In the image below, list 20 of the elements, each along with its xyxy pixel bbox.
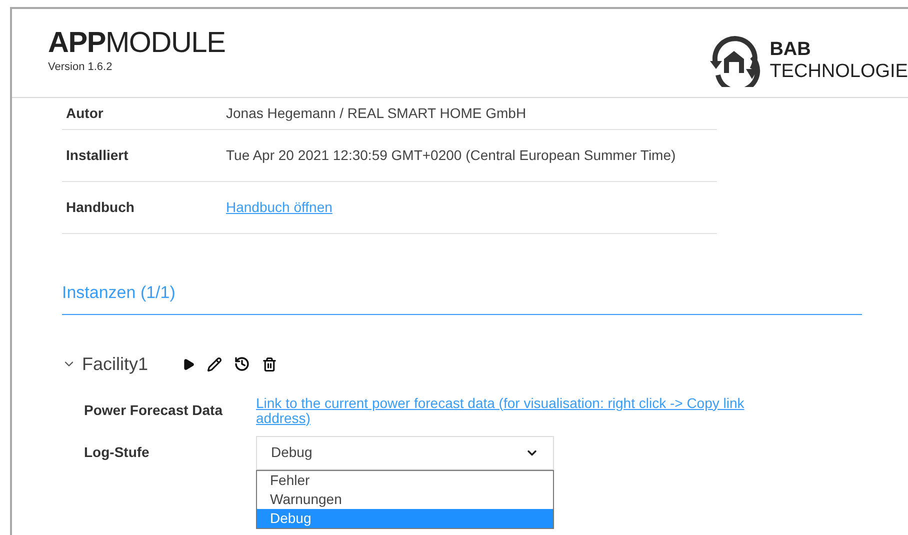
field-label: Power Forecast Data (83, 401, 224, 420)
log-level-select[interactable]: Debug (256, 436, 554, 470)
dropdown-option[interactable]: Fehler (257, 470, 553, 490)
logo-name: BAB (770, 39, 812, 61)
pencil-icon[interactable] (207, 356, 222, 372)
info-label: Installiert (65, 146, 130, 165)
instances-heading: Instanzen (1/1) (62, 280, 862, 314)
field-label: Log-Stufe (83, 443, 150, 462)
trash-icon[interactable] (262, 356, 277, 372)
instance-name: Facility1 (82, 352, 150, 376)
version-text: Version 1.6.2 (48, 60, 114, 75)
info-label: Handbuch (65, 198, 136, 217)
logo-subtitle: TECHNOLOGIE (770, 61, 908, 83)
info-value: Jonas Hegemann / REAL SMART HOME GmbH (226, 104, 526, 123)
history-icon[interactable] (234, 356, 250, 372)
info-label: Autor (65, 104, 104, 123)
info-value: Tue Apr 20 2021 12:30:59 GMT+0200 (Central European Summer Time) (226, 146, 676, 165)
play-icon[interactable] (182, 358, 195, 370)
app-title: APPMODULE (48, 27, 226, 59)
dropdown-option[interactable]: Warnungen (257, 490, 553, 508)
